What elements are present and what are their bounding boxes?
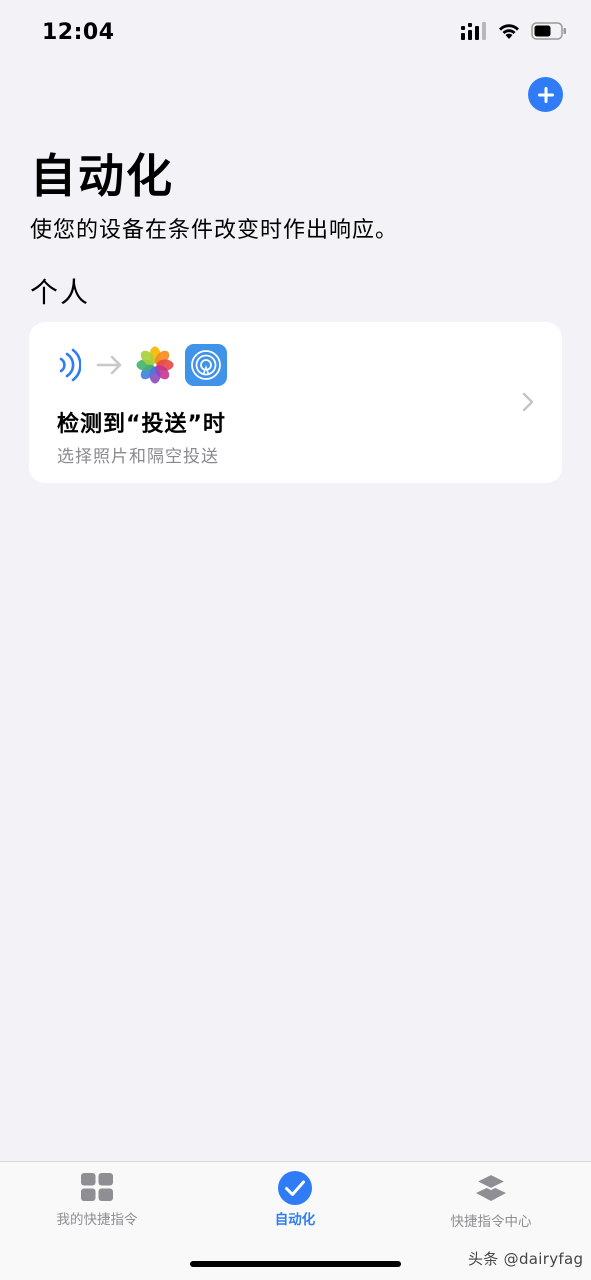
tab-gallery[interactable]: 快捷指令中心 <box>401 1172 581 1230</box>
battery-icon <box>531 22 566 40</box>
nfc-waves-icon <box>59 348 81 382</box>
airdrop-icon <box>185 344 227 386</box>
card-title: 检测到“投送”时 <box>57 412 226 437</box>
status-icons <box>461 22 567 40</box>
section-header-personal: 个人 <box>30 276 91 309</box>
page-subtitle: 使您的设备在条件改变时作出响应。 <box>30 218 399 243</box>
tab-label: 我的快捷指令 <box>56 1212 138 1228</box>
layers-icon <box>474 1172 508 1201</box>
watermark: 头条 @dairyfag <box>468 1250 584 1268</box>
grid-icon <box>81 1173 113 1201</box>
tab-automation[interactable]: 自动化 <box>205 1171 385 1228</box>
tab-my-shortcuts[interactable]: 我的快捷指令 <box>7 1172 187 1228</box>
automation-screen: 12:04 自动化 使您的设备在条件改变时作出响应。 个人 检测到“投送”时 选… <box>0 0 591 1280</box>
add-automation-button[interactable] <box>528 77 563 112</box>
wifi-icon <box>499 24 519 39</box>
plus-icon <box>537 86 554 103</box>
status-time: 12:04 <box>42 20 115 45</box>
automation-card[interactable]: 检测到“投送”时 选择照片和隔空投送 <box>29 322 562 483</box>
checkmark-circle-icon <box>278 1171 312 1205</box>
card-subtitle: 选择照片和隔空投送 <box>57 447 219 467</box>
card-icon-row <box>55 344 227 386</box>
chevron-right-icon <box>522 392 534 412</box>
photos-app-icon <box>136 346 174 384</box>
tab-label: 快捷指令中心 <box>450 1214 532 1230</box>
page-title: 自动化 <box>30 149 174 203</box>
home-indicator[interactable] <box>190 1261 401 1267</box>
cellular-signal-icon <box>461 22 486 40</box>
arrow-right-icon <box>96 355 122 375</box>
tab-label: 自动化 <box>274 1212 316 1228</box>
